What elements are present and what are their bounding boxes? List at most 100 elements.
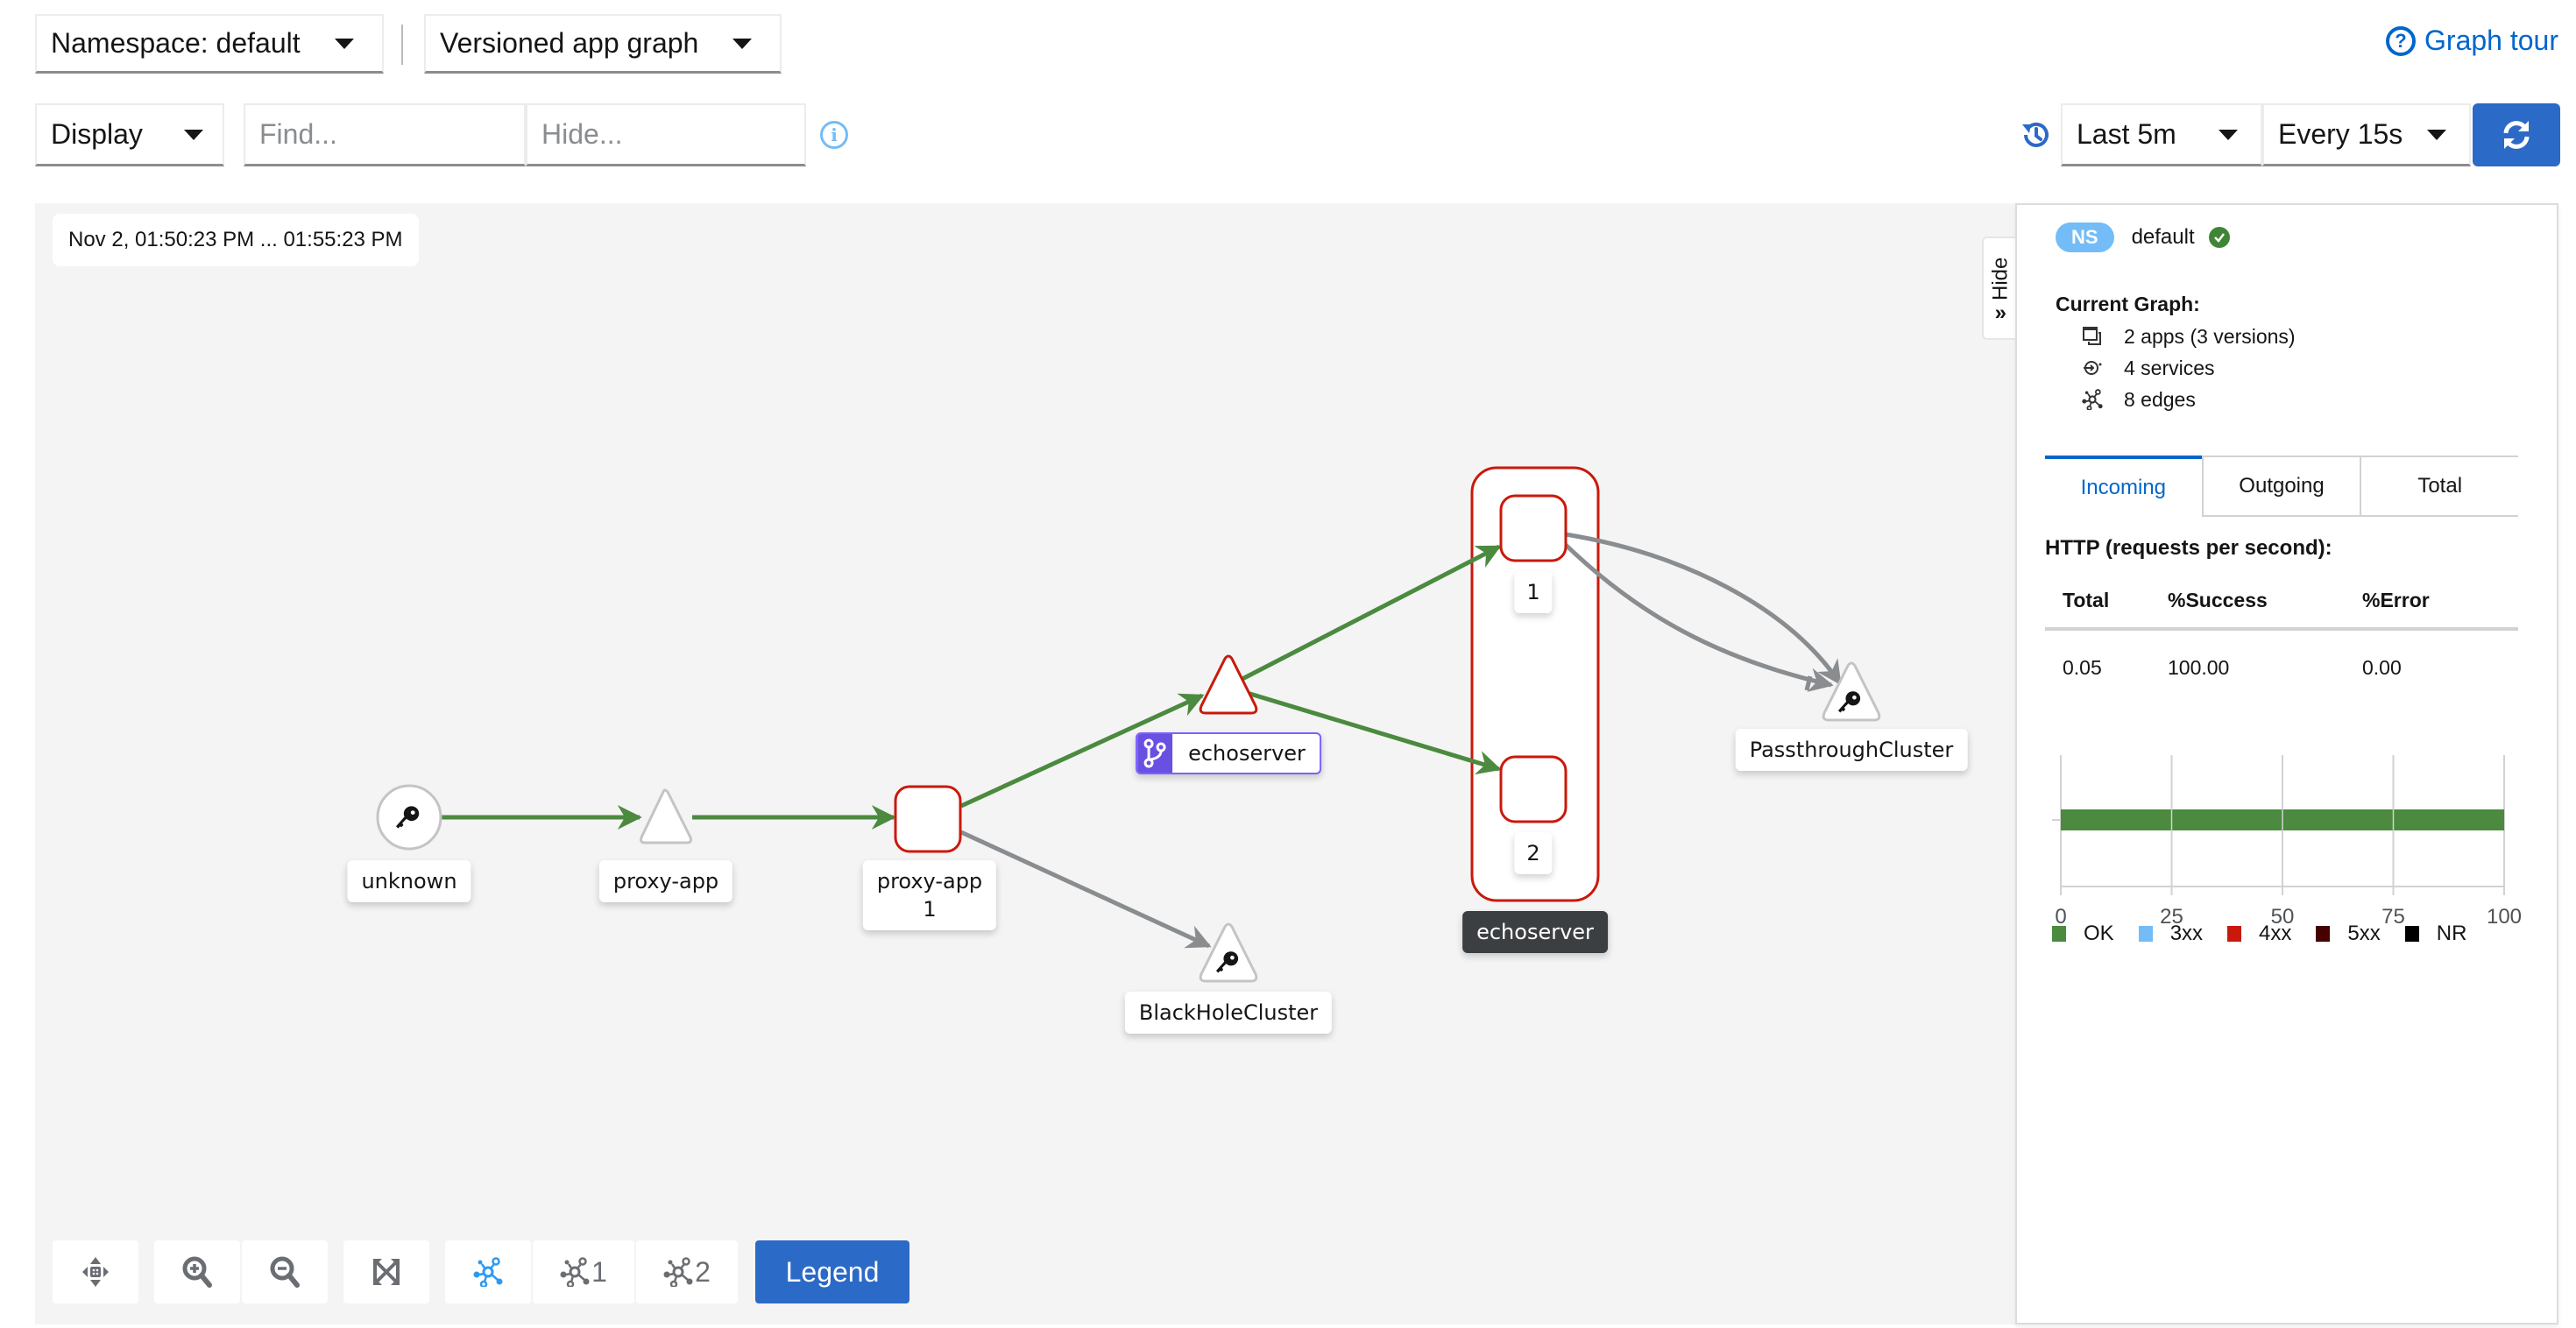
tab-total[interactable]: Total [2360, 456, 2519, 515]
apps-count-text: 2 apps (3 versions) [2124, 324, 2296, 348]
ns-badge: NS [2056, 223, 2114, 252]
namespace-name[interactable]: default [2132, 225, 2195, 250]
node-label-proxy-app-v1[interactable]: proxy-app 1 [862, 860, 997, 930]
refresh-interval-label: Every 15s [2278, 118, 2403, 150]
edge-echoserver-svc-to-echoserver-v1[interactable] [1239, 544, 1502, 682]
legend-button[interactable]: Legend [755, 1240, 909, 1303]
node-proxy-app-v1[interactable] [894, 785, 962, 853]
edge-echoserver-v1-to-passthrough[interactable] [1565, 532, 1843, 686]
value-error: 0.00 [2362, 655, 2402, 679]
legend-item-4xx: 4xx [2227, 922, 2291, 946]
zoom-out-button[interactable] [242, 1240, 328, 1303]
caret-down-icon [2219, 129, 2238, 140]
node-label-echoserver-service[interactable]: echoserver [1136, 732, 1321, 774]
table-header: Total %Success %Error [2045, 573, 2518, 631]
services-icon [2080, 356, 2105, 380]
graph-type-select[interactable]: Versioned app graph [424, 14, 782, 74]
fit-icon [373, 1259, 400, 1285]
graph-type-select-label: Versioned app graph [440, 27, 699, 59]
value-total: 0.05 [2063, 655, 2102, 679]
table-row: 0.05 100.00 0.00 [2045, 631, 2518, 704]
legend-swatch [2404, 926, 2419, 942]
col-success: %Success [2168, 588, 2268, 611]
virtual-service-icon [1137, 734, 1173, 773]
layout-default-button[interactable] [445, 1240, 531, 1303]
help-icon: ? [2386, 25, 2417, 56]
legend-label: 4xx [2259, 922, 2292, 945]
node-echoserver-v1[interactable] [1499, 494, 1568, 562]
chart-legend: OK 3xx 4xx 5xx NR [2052, 922, 2491, 946]
duration-select-label: Last 5m [2077, 118, 2176, 150]
node-label-unknown[interactable]: unknown [347, 860, 471, 902]
caret-down-icon [335, 38, 354, 49]
layout-1-button[interactable]: 1 [533, 1240, 634, 1303]
edges-count-text: 8 edges [2124, 387, 2196, 411]
col-total: Total [2063, 588, 2110, 611]
health-ok-icon [2208, 227, 2230, 248]
node-label-proxy-app-service[interactable]: proxy-app [598, 860, 733, 902]
tab-incoming[interactable]: Incoming [2045, 456, 2202, 517]
graph-canvas[interactable]: Nov 2, 01:50:23 PM ... 01:55:23 PM unkno… [35, 203, 2015, 1324]
http-title: HTTP (requests per second): [2045, 536, 2332, 560]
current-graph-title: Current Graph: [2056, 293, 2200, 315]
chevron-double-right-icon: » [1994, 300, 2006, 325]
node-echoserver-service[interactable] [1199, 654, 1258, 715]
zoom-in-button[interactable] [154, 1240, 240, 1303]
display-select[interactable]: Display [35, 103, 224, 166]
hide-panel-label: Hide [1988, 257, 2012, 300]
legend-item-3xx: 3xx [2138, 922, 2204, 946]
pan-button[interactable] [53, 1240, 138, 1303]
namespace-select-label: Namespace: default [51, 27, 301, 59]
graph-controls: 1 2 Legend [53, 1240, 909, 1303]
history-icon[interactable] [2019, 117, 2054, 152]
namespace-select[interactable]: Namespace: default [35, 14, 384, 74]
hide-panel-tab[interactable]: » Hide [1982, 237, 2017, 340]
node-label-passthrough-cluster[interactable]: PassthroughCluster [1735, 729, 1968, 771]
zoom-out-icon [270, 1256, 300, 1288]
display-select-label: Display [51, 118, 143, 150]
legend-label: 3xx [2169, 922, 2204, 945]
applications-icon [2080, 324, 2105, 349]
graph-tour-label: Graph tour [2424, 25, 2558, 56]
pan-icon [82, 1257, 109, 1287]
apps-count: 2 apps (3 versions) [2080, 324, 2296, 349]
namespace-row: NS default [2056, 223, 2230, 252]
duration-select[interactable]: Last 5m [2061, 103, 2262, 166]
legend-label: NR [2436, 922, 2467, 945]
find-input[interactable] [244, 103, 526, 166]
refresh-button[interactable] [2473, 103, 2560, 166]
layout-2-icon [663, 1257, 693, 1287]
fit-button[interactable] [343, 1240, 429, 1303]
refresh-interval-select[interactable]: Every 15s [2262, 103, 2471, 166]
topology-icon [2080, 387, 2105, 412]
node-label-blackhole-cluster[interactable]: BlackHoleCluster [1124, 992, 1333, 1034]
traffic-tabs: Incoming Outgoing Total [2045, 456, 2519, 517]
legend-swatch [2138, 926, 2153, 942]
node-label-app: proxy-app [876, 869, 983, 894]
legend-label: OK [2084, 922, 2114, 945]
layout-2-button[interactable]: 2 [636, 1240, 738, 1303]
app-group-label[interactable]: echoserver [1462, 911, 1608, 953]
node-label-echoserver-v2[interactable]: 2 [1514, 832, 1553, 874]
zoom-in-icon [182, 1256, 212, 1288]
node-label-echoserver-v1[interactable]: 1 [1514, 571, 1553, 613]
node-proxy-app-service[interactable] [640, 788, 692, 844]
caret-down-icon [2427, 129, 2446, 140]
legend-item-ok: OK [2052, 922, 2114, 946]
node-label-text: echoserver [1188, 741, 1306, 766]
layout-1-icon [560, 1257, 590, 1287]
node-echoserver-v2[interactable] [1499, 755, 1568, 823]
edge-echoserver-v1-to-passthrough[interactable] [1564, 543, 1834, 692]
info-icon[interactable]: i [820, 121, 848, 149]
graph-svg [376, 466, 1881, 983]
legend-item-nr: NR [2404, 922, 2467, 946]
layout-2-label: 2 [695, 1255, 711, 1288]
hide-input[interactable] [526, 103, 806, 166]
services-count: 4 services [2080, 356, 2215, 380]
tab-outgoing[interactable]: Outgoing [2201, 456, 2360, 515]
node-label-version: 1 [923, 897, 937, 922]
legend-swatch [2227, 926, 2242, 942]
edge-proxy-app-v1-to-blackhole[interactable] [959, 830, 1212, 949]
graph-tour-link[interactable]: ? Graph tour [2386, 25, 2558, 57]
caret-down-icon [732, 38, 752, 49]
